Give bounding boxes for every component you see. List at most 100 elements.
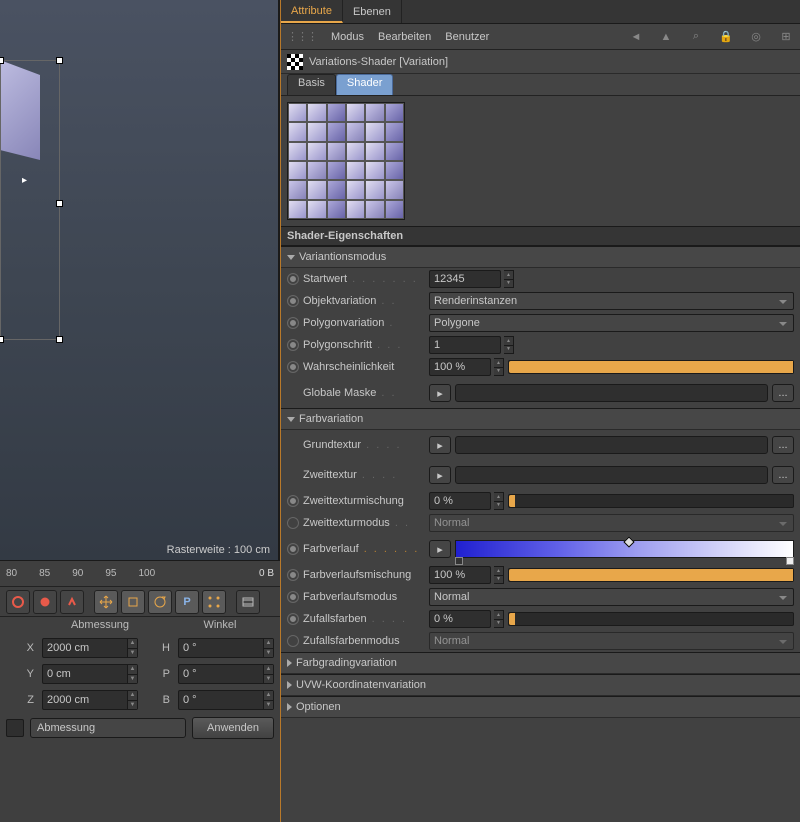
prop-startwert: Startwert . . . . . . .12345▲▼ — [281, 268, 800, 290]
timeline-ruler[interactable]: 80 85 90 95 100 0 B — [0, 561, 280, 587]
spinner[interactable]: ▲▼ — [494, 610, 504, 628]
secmode-select[interactable]: Normal — [429, 514, 794, 532]
secmix-slider[interactable] — [508, 494, 794, 508]
anim-dot[interactable] — [287, 339, 299, 351]
grundtextur-slot[interactable] — [455, 436, 768, 454]
coord-mini-field[interactable] — [6, 719, 24, 737]
spinner[interactable]: ▲▼ — [494, 566, 504, 584]
move-icon[interactable] — [94, 590, 118, 614]
spinner[interactable]: ▲▼ — [494, 492, 504, 510]
anim-dot[interactable] — [287, 517, 299, 529]
gradmode-select[interactable]: Normal — [429, 588, 794, 606]
gradient-knob[interactable] — [623, 536, 634, 547]
lock-icon[interactable]: 🔒 — [718, 29, 734, 45]
scale-icon[interactable] — [121, 590, 145, 614]
dim-x-field[interactable]: 2000 cm▲▼ — [42, 638, 138, 658]
tab-basis[interactable]: Basis — [287, 74, 336, 95]
zweittextur-slot[interactable] — [455, 466, 768, 484]
coord-row-z: Z 2000 cm▲▼ B 0 °▲▼ — [0, 687, 280, 713]
anim-dot[interactable] — [287, 613, 299, 625]
menu-mode[interactable]: Modus — [331, 31, 364, 43]
startwert-field[interactable]: 12345 — [429, 270, 501, 288]
resize-handle[interactable] — [56, 336, 63, 343]
dim-header: Abmessung — [40, 619, 160, 635]
coord-footer: Abmessung Anwenden — [0, 713, 280, 743]
tab-attributes[interactable]: Attribute — [281, 0, 343, 23]
gradient-stop[interactable] — [786, 557, 794, 565]
spinner[interactable]: ▲▼ — [504, 270, 514, 288]
ang-p-field[interactable]: 0 °▲▼ — [178, 664, 274, 684]
group-farbvariation[interactable]: Farbvariation — [281, 408, 800, 430]
ang-h-field[interactable]: 0 °▲▼ — [178, 638, 274, 658]
anim-dot[interactable] — [287, 591, 299, 603]
viewport-3d[interactable]: ▸ Rasterweite : 100 cm — [0, 0, 280, 560]
group-uvw[interactable]: UVW-Koordinatenvariation — [281, 674, 800, 696]
shader-preview[interactable] — [287, 102, 405, 220]
nav-back-icon[interactable]: ◄ — [628, 29, 644, 45]
spinner[interactable]: ▲▼ — [494, 358, 504, 376]
polygonvariation-select[interactable]: Polygone — [429, 314, 794, 332]
target-icon[interactable]: ◎ — [748, 29, 764, 45]
resize-handle[interactable] — [0, 57, 4, 64]
prob-field[interactable]: 100 % — [429, 358, 491, 376]
tex-arrow-icon[interactable]: ▸ — [429, 466, 451, 484]
point-mode-icon[interactable] — [202, 590, 226, 614]
ang-b-field[interactable]: 0 °▲▼ — [178, 690, 274, 710]
randmode-select[interactable]: Normal — [429, 632, 794, 650]
anim-dot[interactable] — [287, 317, 299, 329]
objektvariation-select[interactable]: Renderinstanzen — [429, 292, 794, 310]
gradmix-slider[interactable] — [508, 568, 794, 582]
anim-dot[interactable] — [287, 295, 299, 307]
nav-up-icon[interactable]: ▲ — [658, 29, 674, 45]
autokey-icon[interactable] — [60, 590, 84, 614]
param-p-icon[interactable]: P — [175, 590, 199, 614]
resize-handle[interactable] — [0, 336, 4, 343]
anim-dot[interactable] — [287, 635, 299, 647]
anim-dot[interactable] — [287, 361, 299, 373]
gradmix-field[interactable]: 100 % — [429, 566, 491, 584]
group-options[interactable]: Optionen — [281, 696, 800, 718]
rand-slider[interactable] — [508, 612, 794, 626]
spinner[interactable]: ▲▼ — [504, 336, 514, 354]
dim-y-field[interactable]: 0 cm▲▼ — [42, 664, 138, 684]
coord-mode-select[interactable]: Abmessung — [30, 718, 186, 738]
tab-shader[interactable]: Shader — [336, 74, 393, 95]
rotate-icon[interactable] — [148, 590, 172, 614]
prob-slider[interactable] — [508, 360, 794, 374]
more-button[interactable]: ... — [772, 436, 794, 454]
prop-grundtextur: Grundtextur . . . .▸... — [281, 430, 800, 460]
tex-arrow-icon[interactable]: ▸ — [429, 540, 451, 558]
resize-handle[interactable] — [56, 57, 63, 64]
menu-user[interactable]: Benutzer — [445, 31, 489, 43]
menu-edit[interactable]: Bearbeiten — [378, 31, 431, 43]
more-button[interactable]: ... — [772, 466, 794, 484]
new-window-icon[interactable]: ⊞ — [778, 29, 794, 45]
tex-arrow-icon[interactable]: ▸ — [429, 384, 451, 402]
timeline-current: 0 B — [253, 568, 280, 579]
anim-dot[interactable] — [287, 273, 299, 285]
film-icon[interactable] — [236, 590, 260, 614]
anim-dot[interactable] — [287, 569, 299, 581]
menu-grip-icon[interactable]: ⋮⋮⋮ — [287, 30, 317, 43]
tex-arrow-icon[interactable]: ▸ — [429, 436, 451, 454]
resize-handle[interactable] — [56, 200, 63, 207]
prop-wahrscheinlichkeit: Wahrscheinlichkeit100 %▲▼ — [281, 356, 800, 378]
record-key-icon[interactable] — [33, 590, 57, 614]
more-button[interactable]: ... — [772, 384, 794, 402]
viewport-status: Rasterweite : 100 cm — [167, 544, 270, 556]
gradient-stop[interactable] — [455, 557, 463, 565]
gmask-tex-slot[interactable] — [455, 384, 768, 402]
rand-field[interactable]: 0 % — [429, 610, 491, 628]
secmix-field[interactable]: 0 % — [429, 492, 491, 510]
dim-z-field[interactable]: 2000 cm▲▼ — [42, 690, 138, 710]
group-farbgrading[interactable]: Farbgradingvariation — [281, 652, 800, 674]
tab-layers[interactable]: Ebenen — [343, 0, 402, 23]
gradient-editor[interactable] — [455, 540, 794, 558]
anim-dot[interactable] — [287, 495, 299, 507]
record-pos-icon[interactable] — [6, 590, 30, 614]
apply-button[interactable]: Anwenden — [192, 717, 274, 739]
group-variation-mode[interactable]: Variantionsmodus — [281, 246, 800, 268]
polygonschritt-field[interactable]: 1 — [429, 336, 501, 354]
anim-dot[interactable] — [287, 543, 299, 555]
search-icon[interactable]: ⌕ — [688, 29, 704, 45]
